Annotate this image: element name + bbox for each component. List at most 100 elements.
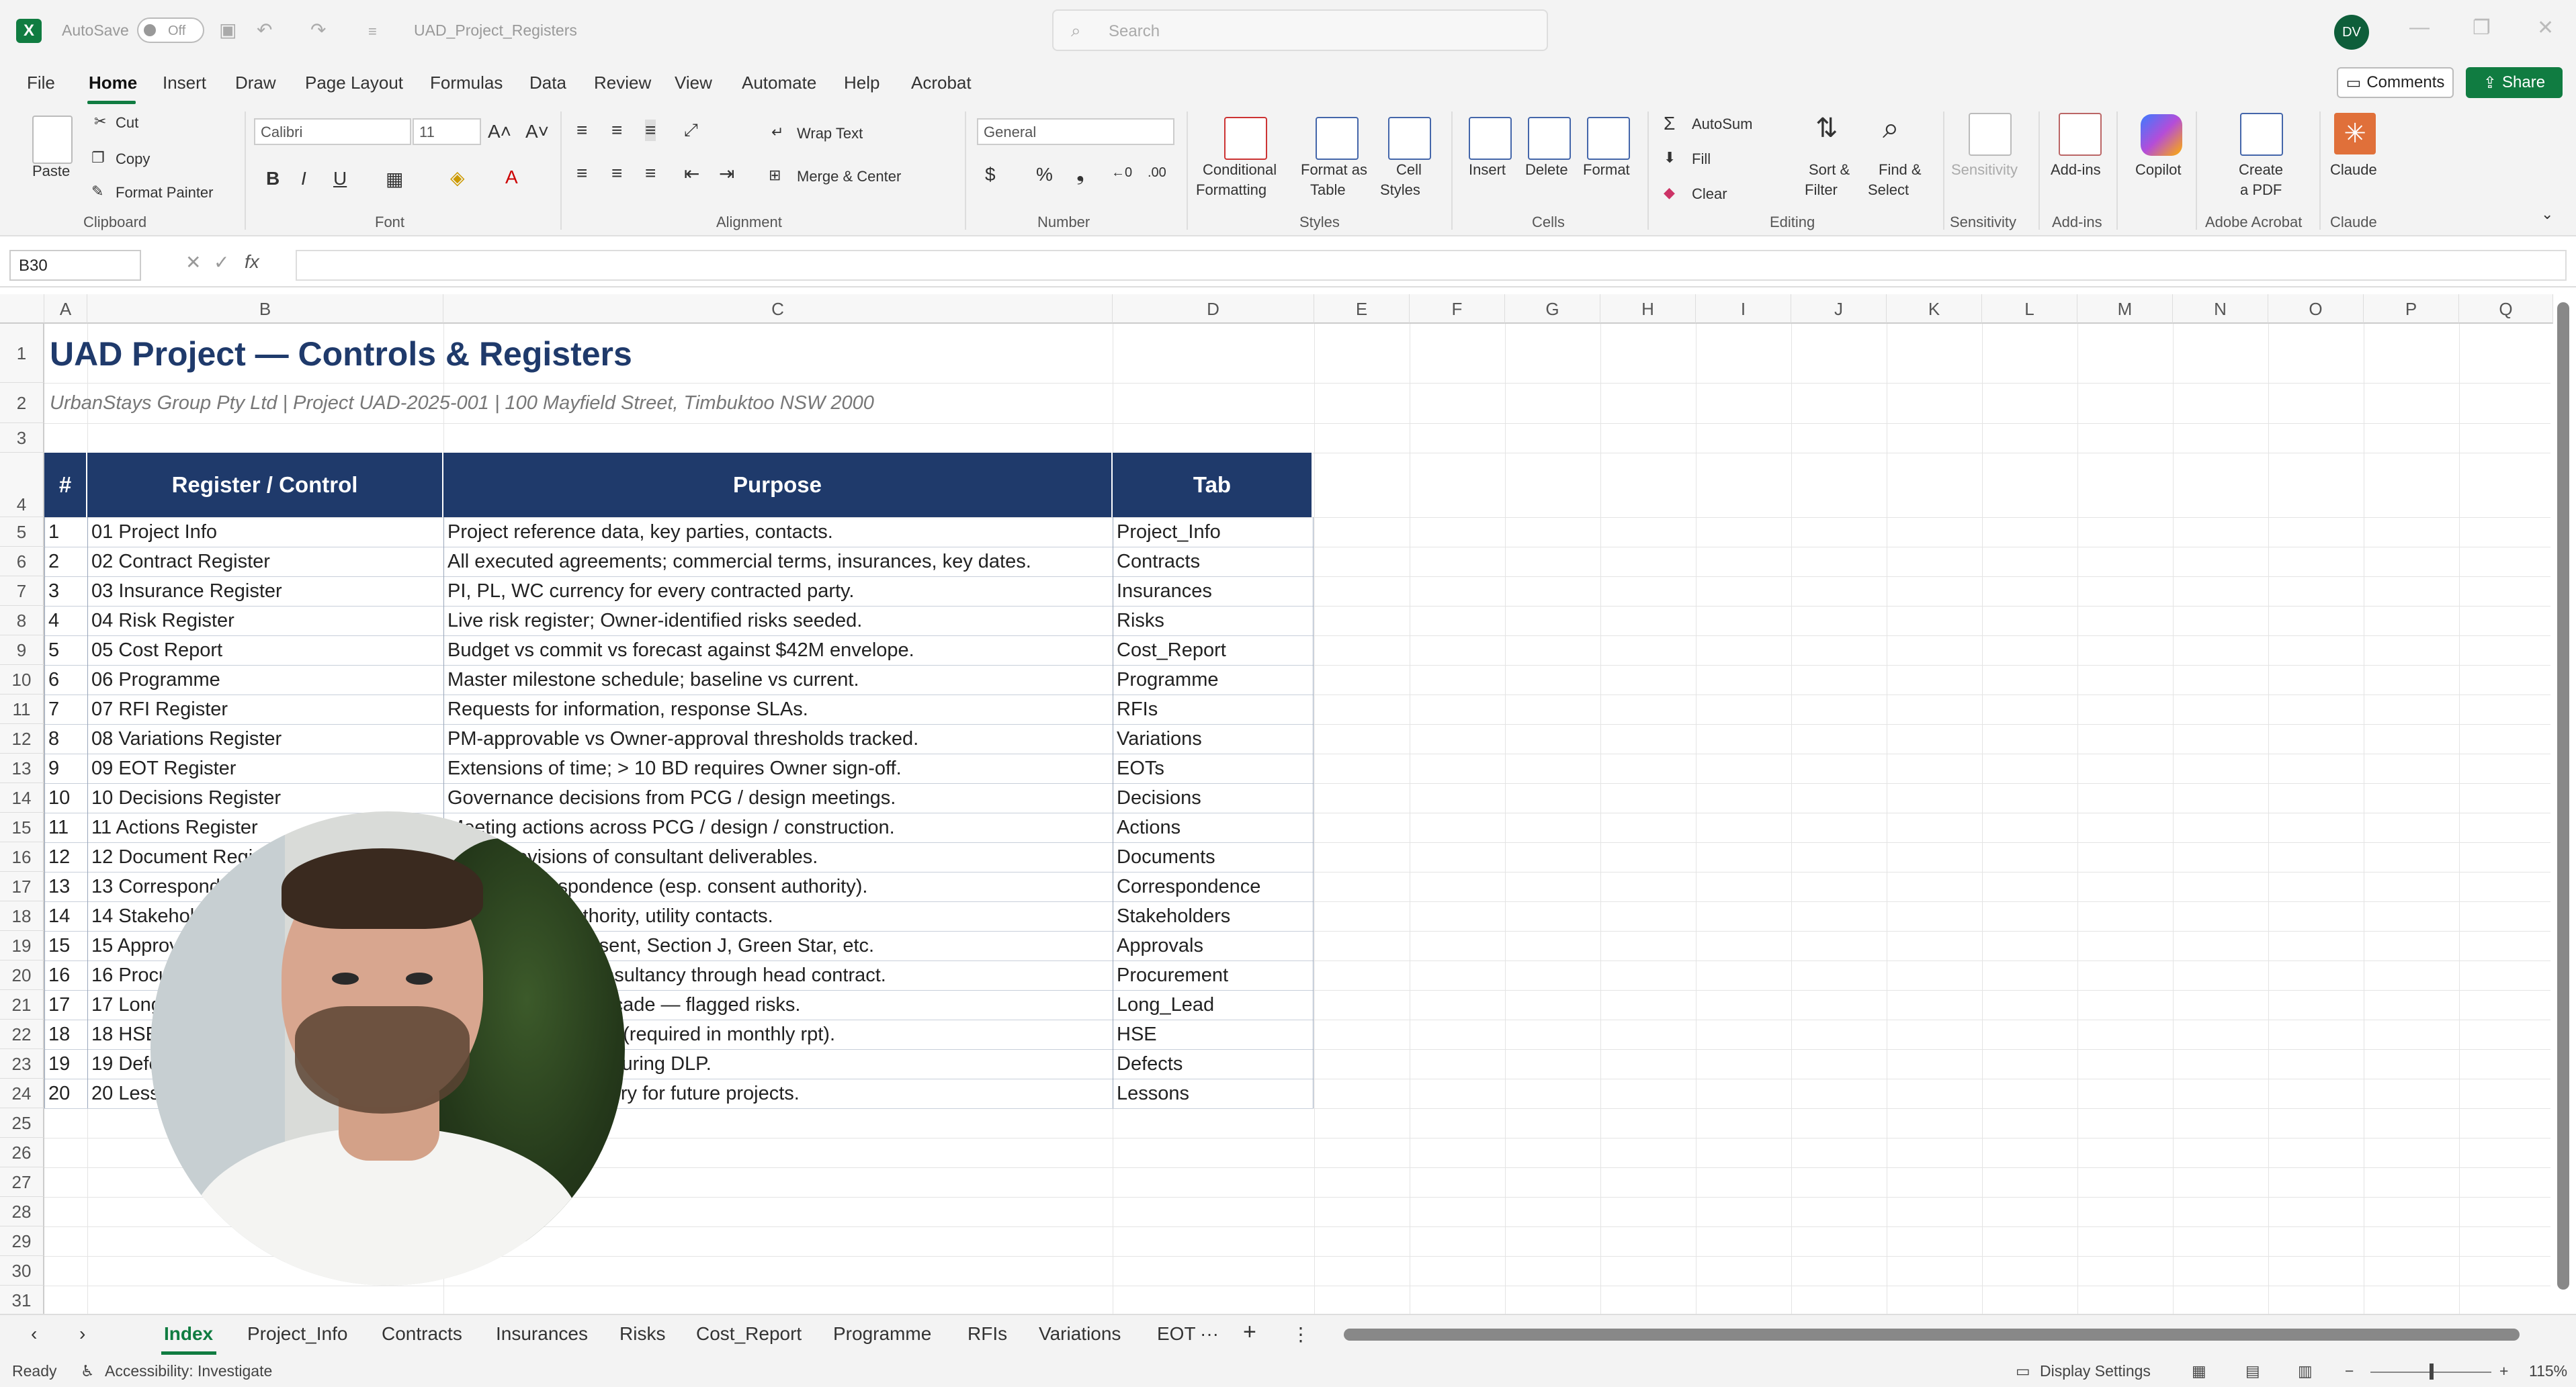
sort-label[interactable]: Sort & <box>1809 161 1850 179</box>
paste-icon[interactable] <box>32 116 73 164</box>
page-break-view-icon[interactable]: ▥ <box>2298 1362 2313 1380</box>
cell-purpose[interactable]: Budget vs commit vs forecast against $42… <box>443 635 1113 665</box>
cell-purpose[interactable]: PM-approvable vs Owner-approval threshol… <box>443 724 1113 754</box>
autosum-icon[interactable]: Σ <box>1664 113 1675 134</box>
cell-tab[interactable]: Insurances <box>1113 576 1313 606</box>
share-button[interactable]: ⇪ Share <box>2466 67 2563 98</box>
cell-number[interactable]: 18 <box>44 1020 87 1049</box>
autosum-label[interactable]: AutoSum <box>1692 116 1753 133</box>
menu-home[interactable]: Home <box>89 73 137 93</box>
column-header-p[interactable]: P <box>2364 294 2459 324</box>
page-layout-view-icon[interactable]: ▤ <box>2245 1362 2260 1380</box>
percent-icon[interactable]: % <box>1036 164 1053 185</box>
add-ins-icon[interactable] <box>2059 113 2102 156</box>
row-header[interactable]: 6 <box>0 547 44 576</box>
column-header-h[interactable]: H <box>1600 294 1696 324</box>
clear-label[interactable]: Clear <box>1692 185 1727 203</box>
font-name-select[interactable]: Calibri <box>254 118 411 145</box>
cell-number[interactable]: 5 <box>44 635 87 665</box>
increase-decimal-icon[interactable]: ←0 <box>1111 165 1132 181</box>
decrease-decimal-icon[interactable]: .00 <box>1148 165 1166 181</box>
cell-number[interactable]: 7 <box>44 695 87 724</box>
wrap-text-label[interactable]: Wrap Text <box>797 125 863 142</box>
row-header[interactable]: 14 <box>0 783 44 813</box>
search-box[interactable]: ⌕ Search <box>1052 9 1548 51</box>
cell-number[interactable]: 17 <box>44 990 87 1020</box>
increase-indent-icon[interactable]: ⇥ <box>719 163 734 185</box>
cell-number[interactable]: 8 <box>44 724 87 754</box>
number-format-select[interactable]: General <box>977 118 1174 145</box>
sheet-tab-rfis[interactable]: RFIs <box>968 1323 1007 1345</box>
row-header[interactable]: 28 <box>0 1197 44 1226</box>
cell-register[interactable]: 06 Programme <box>87 665 443 695</box>
align-left-icon[interactable]: ≡ <box>576 163 587 184</box>
sheet-tab-insurances[interactable]: Insurances <box>496 1323 588 1345</box>
sheet-subtitle[interactable]: UrbanStays Group Pty Ltd | Project UAD-2… <box>50 392 874 414</box>
sheet-title[interactable]: UAD Project — Controls & Registers <box>50 334 632 373</box>
accessibility-icon[interactable]: ♿ <box>81 1362 95 1380</box>
column-header-m[interactable]: M <box>2077 294 2173 324</box>
sort-filter-icon[interactable]: ⇅ <box>1815 113 1838 144</box>
copilot-icon[interactable] <box>2141 114 2182 156</box>
column-header-q[interactable]: Q <box>2459 294 2553 324</box>
cell-tab[interactable]: RFIs <box>1113 695 1313 724</box>
table-header-register[interactable]: Register / Control <box>87 453 443 517</box>
sheet-tab-eot[interactable]: EOT <box>1157 1323 1196 1345</box>
cell-number[interactable]: 12 <box>44 842 87 872</box>
cell-register[interactable]: 03 Insurance Register <box>87 576 443 606</box>
copy-icon[interactable]: ❐ <box>91 149 105 167</box>
row-header[interactable]: 24 <box>0 1079 44 1108</box>
font-size-select[interactable]: 11 <box>413 118 481 145</box>
row-header[interactable]: 5 <box>0 517 44 547</box>
row-header[interactable]: 12 <box>0 724 44 754</box>
sheet-tab-variations[interactable]: Variations <box>1039 1323 1121 1345</box>
cell-register[interactable]: 02 Contract Register <box>87 547 443 576</box>
align-middle-icon[interactable]: ≡ <box>611 120 622 141</box>
format-cells-label[interactable]: Format <box>1583 161 1630 179</box>
cell-purpose[interactable]: Extensions of time; > 10 BD requires Own… <box>443 754 1113 783</box>
customize-qat-icon[interactable]: ≡ <box>368 23 377 40</box>
cell-tab[interactable]: HSE <box>1113 1020 1313 1049</box>
format-table-label[interactable]: Format as <box>1301 161 1367 179</box>
close-icon[interactable]: ✕ <box>2537 16 2554 40</box>
cell-tab[interactable]: Approvals <box>1113 931 1313 960</box>
menu-draw[interactable]: Draw <box>235 73 276 93</box>
cut-label[interactable]: Cut <box>116 114 138 132</box>
row-header[interactable]: 9 <box>0 635 44 665</box>
restore-icon[interactable]: ❐ <box>2473 16 2491 40</box>
cell-tab[interactable]: Documents <box>1113 842 1313 872</box>
cell-styles-icon[interactable] <box>1388 117 1431 160</box>
avatar[interactable]: DV <box>2334 15 2369 50</box>
cell-number[interactable]: 14 <box>44 901 87 931</box>
format-table-label-2[interactable]: Table <box>1310 181 1346 199</box>
delete-cells-label[interactable]: Delete <box>1525 161 1568 179</box>
cell-tab[interactable]: Project_Info <box>1113 517 1313 547</box>
column-header-e[interactable]: E <box>1314 294 1410 324</box>
font-color-icon[interactable]: A <box>505 167 518 188</box>
cell-number[interactable]: 11 <box>44 813 87 842</box>
cell-number[interactable]: 16 <box>44 960 87 990</box>
select-all-corner[interactable] <box>0 294 44 324</box>
orientation-icon[interactable]: ⤢ <box>684 120 698 141</box>
format-as-table-icon[interactable] <box>1316 117 1359 160</box>
insert-cells-icon[interactable] <box>1469 117 1512 160</box>
insert-cells-label[interactable]: Insert <box>1469 161 1506 179</box>
cell-purpose[interactable]: PI, PL, WC currency for every contracted… <box>443 576 1113 606</box>
cell-number[interactable]: 20 <box>44 1079 87 1108</box>
align-top-icon[interactable]: ≡ <box>576 120 587 141</box>
row-header[interactable]: 4 <box>0 453 44 517</box>
cell-tab[interactable]: Contracts <box>1113 547 1313 576</box>
menu-view[interactable]: View <box>675 73 712 93</box>
column-header-g[interactable]: G <box>1505 294 1600 324</box>
undo-icon[interactable]: ↶ <box>257 19 272 41</box>
claude-label[interactable]: Claude <box>2330 161 2377 179</box>
minimize-icon[interactable]: — <box>2409 16 2430 39</box>
format-cells-icon[interactable] <box>1587 117 1630 160</box>
cell-tab[interactable]: Decisions <box>1113 783 1313 813</box>
cell-purpose[interactable]: All executed agreements; commercial term… <box>443 547 1113 576</box>
find-select-icon[interactable]: ⌕ <box>1883 111 1899 145</box>
filter-label[interactable]: Filter <box>1805 181 1838 199</box>
row-header[interactable]: 23 <box>0 1049 44 1079</box>
create-pdf-icon[interactable] <box>2240 113 2283 156</box>
cancel-icon[interactable]: ✕ <box>185 251 201 273</box>
